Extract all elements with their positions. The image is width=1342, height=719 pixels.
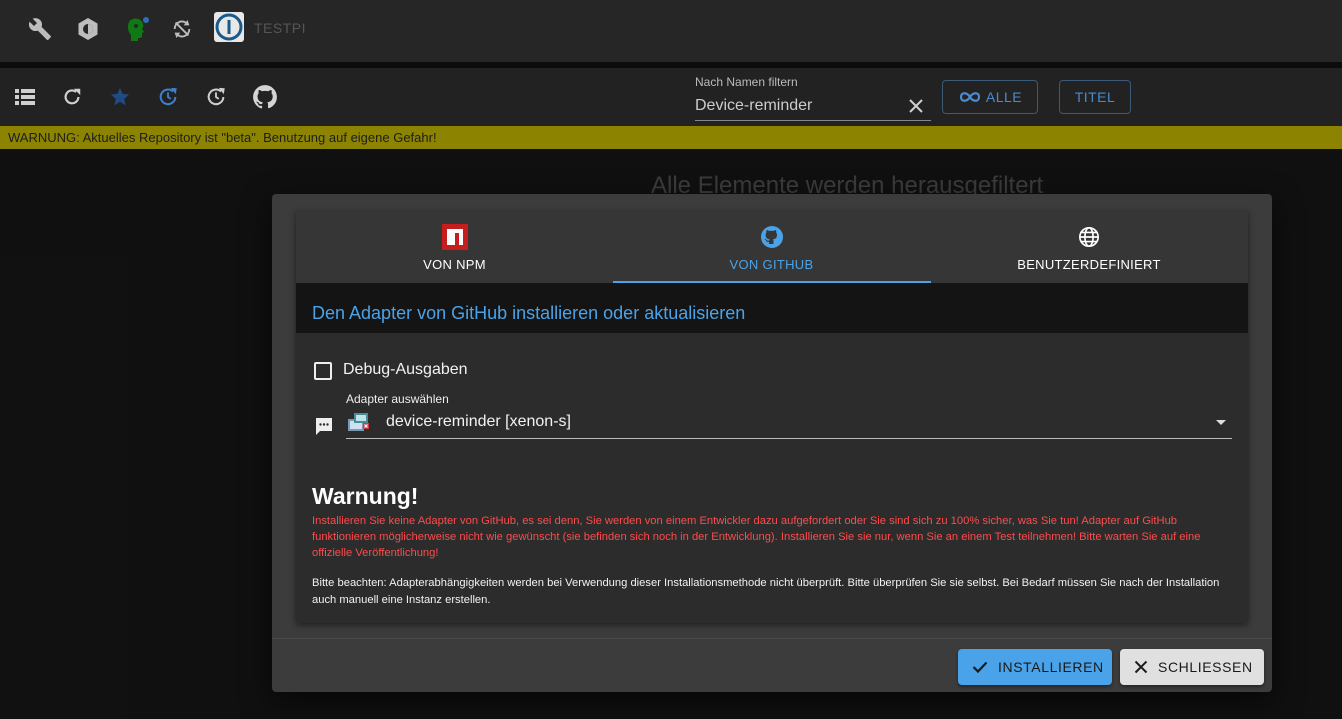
warning-text: Installieren Sie keine Adapter von GitHu…: [312, 515, 1201, 559]
dropdown-arrow-icon[interactable]: [1216, 420, 1226, 425]
repository-warning-text: WARNUNG: Aktuelles Repository ist "beta"…: [8, 130, 437, 145]
install-button-label: INSTALLIEREN: [998, 659, 1104, 675]
dialog-footer-divider: [272, 638, 1272, 639]
github-icon: [760, 225, 784, 249]
clear-icon[interactable]: [907, 97, 925, 120]
close-icon: [1134, 660, 1148, 674]
sync-icon[interactable]: [168, 15, 196, 43]
filter-title-button[interactable]: TITEL: [1059, 80, 1131, 114]
dialog-heading: Den Adapter von GitHub installieren oder…: [312, 303, 746, 323]
dialog-heading-bar: Den Adapter von GitHub installieren oder…: [296, 283, 1248, 333]
tab-npm-label: VON NPM: [423, 257, 486, 272]
tab-npm[interactable]: VON NPM: [296, 211, 613, 283]
adapter-select[interactable]: device-reminder [xenon-s]: [346, 405, 1232, 439]
filter-all-label: ALLE: [985, 89, 1023, 105]
close-button-label: SCHLIESSEN: [1158, 659, 1253, 675]
tab-github-label: VON GITHUB: [729, 257, 814, 272]
user-head-icon[interactable]: [122, 15, 150, 43]
filter-title-label: TITEL: [1074, 89, 1116, 105]
adapter-select-value: device-reminder [xenon-s]: [386, 413, 571, 430]
refresh-icon[interactable]: [59, 84, 85, 110]
github-icon[interactable]: [252, 84, 278, 110]
repository-warning-bar: WARNUNG: Aktuelles Repository ist "beta"…: [0, 126, 1342, 149]
history-icon[interactable]: [203, 84, 229, 110]
debug-checkbox[interactable]: [314, 362, 332, 380]
filter-input[interactable]: Device-reminder: [695, 92, 931, 121]
globe-icon: [1078, 225, 1100, 249]
filter-value[interactable]: Device-reminder: [695, 97, 812, 115]
npm-icon: [441, 224, 468, 250]
filter-label: Nach Namen filtern: [695, 75, 798, 89]
wrench-icon[interactable]: [26, 15, 54, 43]
list-icon[interactable]: [12, 84, 38, 110]
top-bar: TESTPI: [0, 0, 1342, 62]
settings-icon[interactable]: [74, 15, 102, 43]
tab-custom[interactable]: BENUTZERDEFINIERT: [930, 211, 1248, 283]
host-name: TESTPI: [254, 20, 307, 36]
star-icon[interactable]: [107, 84, 133, 110]
tab-github[interactable]: VON GITHUB: [613, 211, 930, 283]
debug-message-icon[interactable]: [314, 416, 334, 441]
check-icon: [972, 660, 988, 674]
adapter-select-label: Adapter auswählen: [346, 392, 449, 406]
infinity-icon: [958, 90, 982, 104]
filter-all-button[interactable]: ALLE: [942, 80, 1038, 114]
debug-checkbox-label[interactable]: Debug-Ausgaben: [343, 361, 468, 379]
warning-title: Warnung!: [312, 483, 419, 509]
install-dialog: VON NPM VON GITHUB BENUTZERDEFINIERT Den…: [272, 194, 1272, 692]
update-icon[interactable]: [155, 84, 181, 110]
note-text: Bitte beachten: Adapterabhängigkeiten we…: [312, 577, 1220, 606]
install-button[interactable]: INSTALLIEREN: [958, 649, 1112, 685]
toolbar: [0, 68, 1342, 126]
close-button[interactable]: SCHLIESSEN: [1120, 649, 1264, 685]
install-card: VON NPM VON GITHUB BENUTZERDEFINIERT Den…: [296, 211, 1248, 623]
source-tabs: VON NPM VON GITHUB BENUTZERDEFINIERT: [296, 211, 1248, 283]
tab-custom-label: BENUTZERDEFINIERT: [1017, 257, 1161, 272]
host-logo-icon: [214, 12, 244, 42]
adapter-icon: [346, 411, 370, 435]
